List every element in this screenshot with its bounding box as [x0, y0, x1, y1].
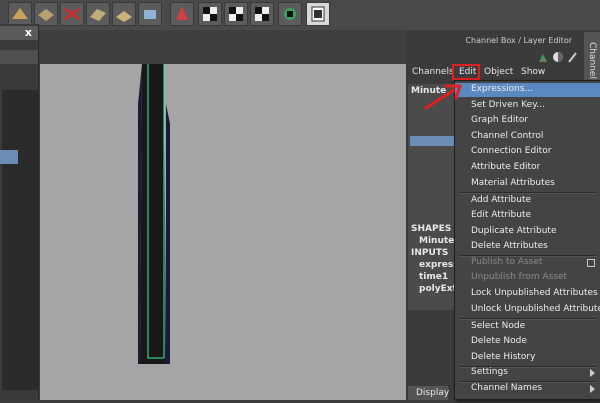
menu-channels[interactable]: Channels	[412, 67, 454, 77]
outliner-menu-strip	[0, 50, 38, 64]
shelf-box-icon[interactable]	[34, 2, 58, 26]
outliner-list[interactable]	[2, 90, 38, 390]
submenu-arrow-icon	[590, 369, 595, 377]
outliner-selected-row[interactable]	[0, 150, 18, 164]
tab-display-label: Display	[416, 388, 450, 398]
option-box-icon	[587, 259, 595, 267]
shelf-plane-icon[interactable]	[86, 2, 110, 26]
menu-item-channel-control[interactable]: Channel Control	[455, 130, 600, 144]
tab-display[interactable]: Display	[408, 386, 450, 400]
menu-item-material-attributes[interactable]: Material Attributes	[455, 177, 600, 191]
shelf-toolbar	[0, 0, 600, 31]
shelf-extrude-icon[interactable]	[112, 2, 136, 26]
outliner-titlebar: x	[0, 26, 38, 40]
pin-icon	[568, 52, 577, 63]
menu-item-edit-attribute[interactable]: Edit Attribute	[455, 209, 600, 223]
shelf-checker2-icon[interactable]	[224, 2, 248, 26]
shelf-checker-icon[interactable]	[198, 2, 222, 26]
shapes-heading: SHAPES	[411, 224, 452, 234]
input-node-polyextrude[interactable]: polyExt	[419, 284, 457, 294]
menu-item-settings[interactable]: Settings	[455, 366, 600, 380]
input-node-time[interactable]: time1	[419, 272, 448, 282]
viewport-model	[138, 64, 170, 364]
menu-item-publish-to-asset: Publish to Asset	[455, 256, 600, 270]
shelf-cross-icon[interactable]	[60, 2, 84, 26]
axis-icon	[539, 54, 547, 62]
menu-object[interactable]: Object	[484, 67, 513, 77]
shelf-cone-icon[interactable]	[170, 2, 194, 26]
menu-item-duplicate-attribute[interactable]: Duplicate Attribute	[455, 225, 600, 239]
shelf-layout-icon[interactable]	[306, 2, 330, 26]
input-node-expression[interactable]: express	[419, 260, 459, 270]
edit-dropdown-menu: Expressions... Set Driven Key... Graph E…	[454, 80, 600, 400]
shelf-face-icon[interactable]	[138, 2, 162, 26]
shelf-uv-icon[interactable]	[278, 2, 302, 26]
channel-box-title: Channel Box / Layer Editor	[465, 36, 572, 45]
menu-item-delete-node[interactable]: Delete Node	[455, 335, 600, 349]
submenu-arrow-icon	[590, 385, 595, 393]
close-icon[interactable]: x	[25, 26, 32, 39]
menu-item-delete-attributes[interactable]: Delete Attributes	[455, 240, 600, 254]
viewport-header	[40, 30, 406, 64]
menu-item-add-attribute[interactable]: Add Attribute	[455, 194, 600, 208]
menu-item-attribute-editor[interactable]: Attribute Editor	[455, 161, 600, 175]
selected-channel-row[interactable]	[410, 136, 458, 146]
channel-box-menubar: Channels Edit Object Show	[408, 66, 584, 80]
menu-item-unlock-unpublished[interactable]: Unlock Unpublished Attributes	[455, 303, 600, 317]
annotation-arrow-icon	[424, 84, 462, 110]
menu-item-connection-editor[interactable]: Connection Editor	[455, 145, 600, 159]
shelf-move-icon[interactable]	[8, 2, 32, 26]
inputs-heading: INPUTS	[411, 248, 449, 258]
sphere-icon	[553, 52, 563, 62]
menu-item-lock-unpublished[interactable]: Lock Unpublished Attributes	[455, 287, 600, 301]
menu-item-unpublish-from-asset: Unpublish from Asset	[471, 272, 568, 282]
menu-show[interactable]: Show	[521, 67, 545, 77]
viewport[interactable]	[40, 64, 406, 400]
edit-menu-annotation	[452, 64, 480, 80]
shelf-checker3-icon[interactable]	[250, 2, 274, 26]
menu-item-channel-names[interactable]: Channel Names	[455, 382, 600, 396]
menu-item-set-driven-key[interactable]: Set Driven Key...	[455, 99, 600, 113]
channel-box-icons	[536, 50, 580, 64]
menu-item-select-node[interactable]: Select Node	[455, 320, 600, 334]
menu-item-graph-editor[interactable]: Graph Editor	[455, 114, 600, 128]
menu-item-delete-history[interactable]: Delete History	[455, 351, 600, 365]
menu-item-expressions[interactable]: Expressions...	[455, 83, 600, 97]
